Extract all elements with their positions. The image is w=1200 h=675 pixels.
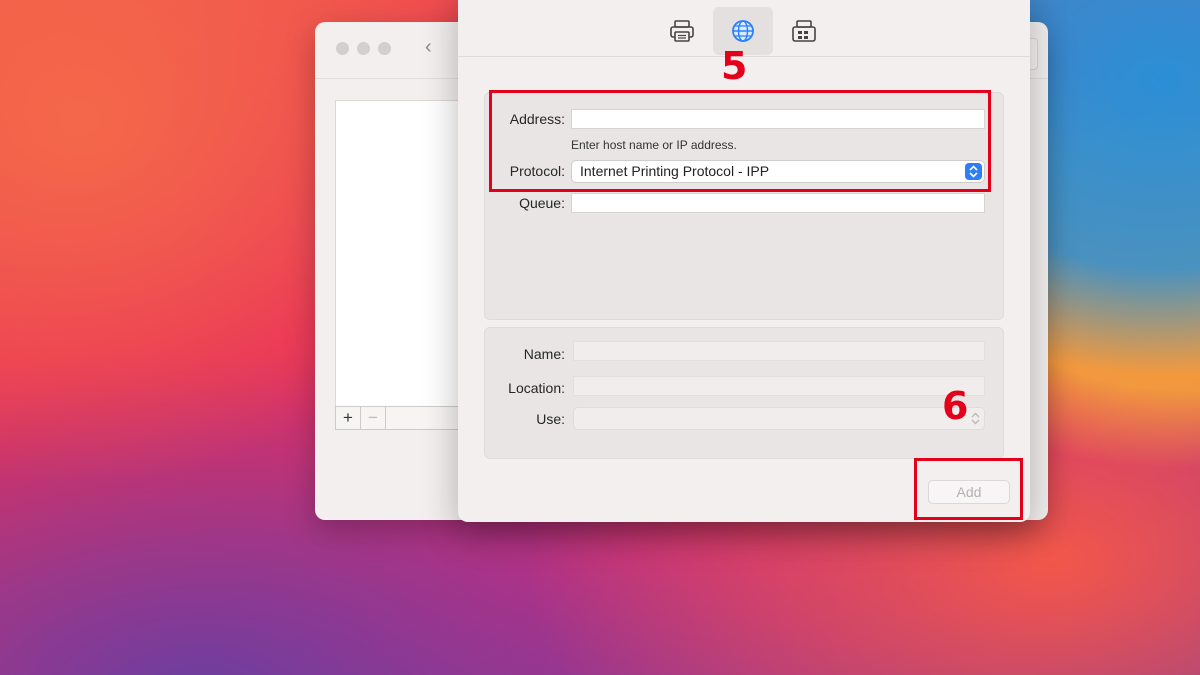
remove-printer-button[interactable]: −: [361, 407, 386, 429]
tab-default[interactable]: [652, 7, 712, 55]
use-popup[interactable]: [573, 407, 985, 430]
add-printer-button[interactable]: +: [336, 407, 361, 429]
globe-icon: [732, 20, 754, 42]
up-down-arrows-icon: [971, 412, 980, 425]
zoom-window-button[interactable]: [378, 42, 391, 55]
fax-printer-icon: [792, 20, 816, 42]
printer-info-group: Name: Location: Use:: [484, 327, 1004, 459]
chevron-left-icon[interactable]: ‹: [425, 36, 432, 59]
step-5-label: 5: [721, 44, 748, 88]
printer-list[interactable]: [335, 100, 462, 408]
queue-field[interactable]: [571, 193, 985, 213]
tab-windows[interactable]: [774, 7, 834, 55]
printer-icon: [670, 20, 694, 42]
minimize-window-button[interactable]: [357, 42, 370, 55]
name-field[interactable]: [573, 341, 985, 361]
list-buttons: + −: [335, 406, 462, 430]
close-window-button[interactable]: [336, 42, 349, 55]
location-field[interactable]: [573, 376, 985, 396]
location-label: Location:: [508, 380, 565, 396]
use-label: Use:: [536, 411, 565, 427]
highlight-box-step6: [914, 458, 1023, 520]
step-6-label: 6: [942, 384, 969, 428]
highlight-box-step5: [489, 90, 991, 192]
queue-label: Queue:: [519, 195, 565, 211]
name-label: Name:: [523, 346, 565, 362]
